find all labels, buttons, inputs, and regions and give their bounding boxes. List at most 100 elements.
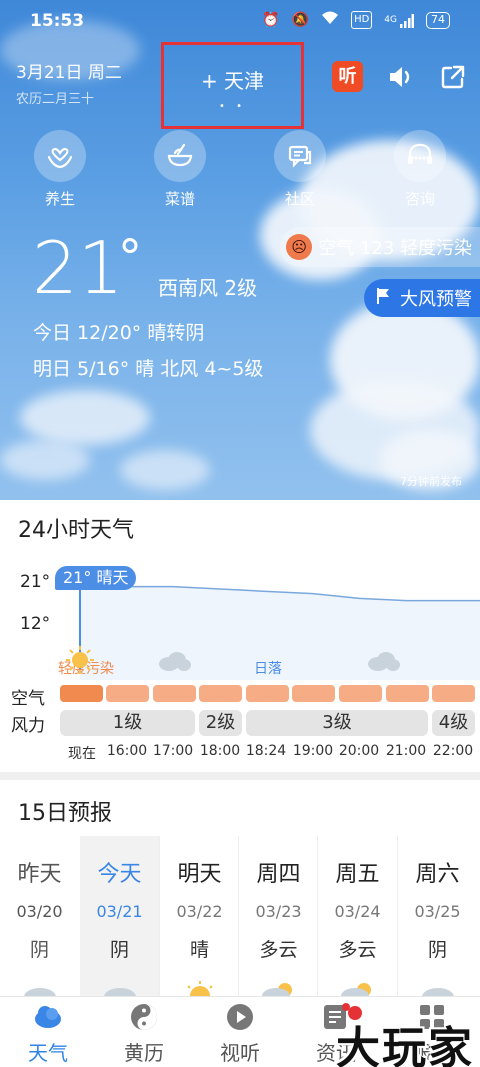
forecast-day[interactable]: 周四 03/23 多云 <box>239 836 318 1004</box>
hour-label: 22:00 <box>432 743 474 759</box>
status-time: 15:53 <box>30 11 85 31</box>
hour-label: 19:00 <box>292 743 334 759</box>
sunset-label: 日落 <box>254 661 282 677</box>
forecast-day-name: 周四 <box>256 862 301 887</box>
hourly-title: 24小时天气 <box>18 518 134 543</box>
watermark-dot <box>348 1006 362 1020</box>
quick-action-community[interactable]: 社区 <box>270 130 330 209</box>
city-name[interactable]: + 天津 <box>164 65 301 94</box>
forecast-day-date: 03/21 <box>96 902 143 921</box>
current-temperature: 21 <box>32 226 124 310</box>
column-divider <box>317 836 318 996</box>
yin-yang-icon <box>128 1001 160 1033</box>
air-row-label: 空气 <box>11 689 45 709</box>
quick-action-label: 养生 <box>44 190 75 208</box>
nav-almanac[interactable]: 黄历 <box>96 1001 192 1066</box>
alarm-icon: ⏰ <box>262 12 280 28</box>
quick-action-recipes[interactable]: 菜谱 <box>150 130 210 209</box>
hour-label: 18:00 <box>199 743 241 759</box>
forecast-day[interactable]: 昨天 03/20 阴 <box>0 836 79 1006</box>
watermark-logo: 大玩家 <box>336 1023 474 1067</box>
forecast-day-date: 03/24 <box>334 902 381 921</box>
hour-label: 18:24 <box>245 743 287 759</box>
forecast-day[interactable]: 今天 03/21 阴 <box>80 836 159 1006</box>
chat-icon <box>274 130 326 182</box>
air-quality-cell <box>153 685 196 702</box>
forecast-day[interactable]: 明天 03/22 晴 <box>160 836 239 1006</box>
forecast-title: 15日预报 <box>18 801 112 826</box>
bowl-icon <box>154 130 206 182</box>
quick-action-consult[interactable]: 咨询 <box>390 130 450 209</box>
nav-weather[interactable]: 天气 <box>0 1001 96 1066</box>
nav-media[interactable]: 视听 <box>192 1001 288 1066</box>
wind-warning-badge[interactable]: 大风预警 <box>364 279 480 317</box>
tomorrow-summary: 明日 5/16° 晴 北风 4~5级 <box>33 358 264 380</box>
current-temp-tooltip: 21° 晴天 <box>55 566 137 590</box>
background-cloud <box>20 390 150 445</box>
hour-label: 20:00 <box>338 743 380 759</box>
status-icons: ⏰ 🔕 HD 4G 74 <box>262 11 450 29</box>
air-quality-cell <box>246 685 289 702</box>
air-quality-cell <box>386 685 429 702</box>
forecast-day[interactable]: 周五 03/24 多云 <box>318 836 397 1004</box>
wind-row-label: 风力 <box>11 716 45 736</box>
nav-label: 视听 <box>220 1041 260 1065</box>
speaker-icon[interactable] <box>386 62 416 92</box>
forecast-day-condition: 阴 <box>29 939 49 961</box>
date-label: 3月21日 周二 <box>16 63 122 83</box>
listen-button[interactable]: 听 <box>332 61 363 92</box>
quick-action-label: 菜谱 <box>164 190 195 208</box>
section-divider <box>0 772 480 780</box>
status-bar: 15:53 ⏰ 🔕 HD 4G 74 <box>0 0 480 40</box>
hour-label: 现在 <box>68 746 96 762</box>
cloud-icon <box>364 650 402 676</box>
battery-icon: 74 <box>426 11 450 29</box>
forecast-day-date: 03/25 <box>414 902 461 921</box>
nav-label: 天气 <box>28 1041 68 1065</box>
air-quality-cell <box>339 685 382 702</box>
current-wind: 西南风 2级 <box>158 276 258 300</box>
heart-hands-icon <box>34 130 86 182</box>
forecast-day-name: 明天 <box>177 862 222 887</box>
air-quality-cell <box>432 685 475 702</box>
forecast-day-date: 03/20 <box>16 902 63 921</box>
sad-face-icon: ☹ <box>286 234 313 260</box>
forecast-day-name: 今天 <box>97 862 142 887</box>
column-divider <box>397 836 398 996</box>
air-quality-cell <box>199 685 242 702</box>
flag-icon <box>376 287 392 310</box>
wifi-icon <box>321 11 339 29</box>
warning-text: 大风预警 <box>400 289 472 310</box>
wind-level-cell: 3级 <box>246 710 428 736</box>
air-quality-badge[interactable]: ☹ 空气 123 轻度污染 <box>280 227 480 267</box>
hd-badge: HD <box>351 11 373 29</box>
wind-level-cell: 4级 <box>432 710 475 736</box>
sun-icon <box>64 644 96 680</box>
forecast-day[interactable]: 周六 03/25 阴 <box>398 836 477 1006</box>
forecast-day-date: 03/23 <box>255 902 302 921</box>
hour-label: 17:00 <box>152 743 194 759</box>
forecast-day-date: 03/22 <box>176 902 223 921</box>
background-cloud <box>0 440 90 480</box>
headset-icon <box>394 130 446 182</box>
air-quality-cell <box>60 685 103 702</box>
quick-action-health[interactable]: 养生 <box>30 130 90 209</box>
quick-action-label: 咨询 <box>404 190 435 208</box>
weather-icon <box>32 1001 64 1033</box>
column-divider <box>159 836 160 996</box>
signal-label: 4G <box>384 15 397 25</box>
city-selector[interactable]: + 天津 • • <box>161 42 304 129</box>
background-cloud <box>120 450 210 490</box>
forecast-day-condition: 晴 <box>189 939 209 961</box>
forecast-day-name: 昨天 <box>17 862 62 887</box>
quick-action-label: 社区 <box>284 190 315 208</box>
forecast-day-condition: 多云 <box>338 939 377 961</box>
air-quality-text: 空气 123 轻度污染 <box>318 238 472 259</box>
share-icon[interactable] <box>440 64 466 90</box>
forecast-day-name: 周六 <box>415 862 460 887</box>
publish-time: 7分钟前发布 <box>400 475 462 488</box>
forecast-day-condition: 阴 <box>427 939 447 961</box>
page-indicator: • • <box>219 101 246 112</box>
hour-label: 16:00 <box>106 743 148 759</box>
air-quality-cell <box>292 685 335 702</box>
